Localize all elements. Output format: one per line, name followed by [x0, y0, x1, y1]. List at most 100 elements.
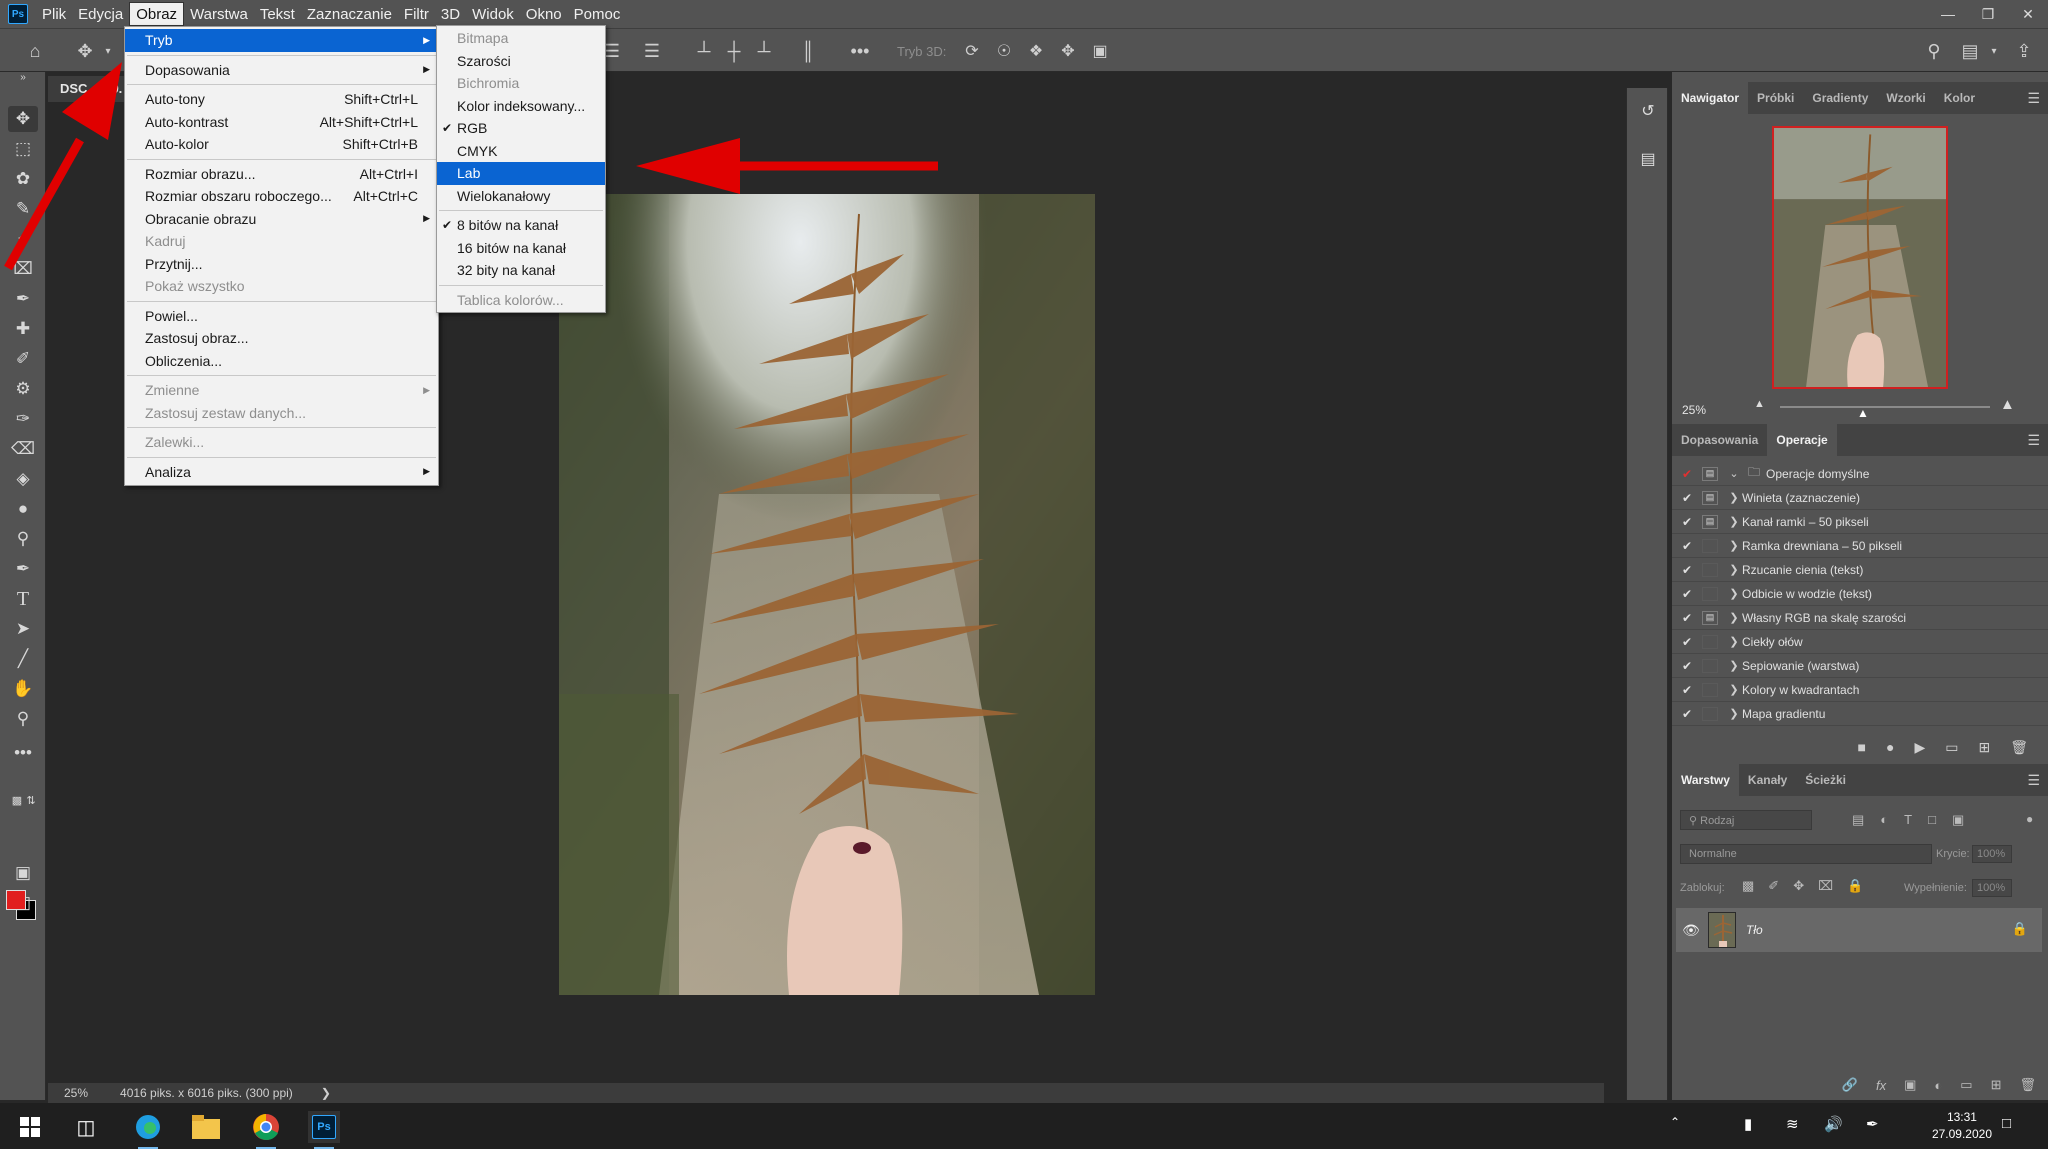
chrome-icon[interactable] [250, 1111, 282, 1149]
new-action-icon[interactable]: ⊞ [1978, 739, 1990, 756]
new-set-icon[interactable]: ▭ [1945, 739, 1958, 756]
smart-object-filter-icon[interactable]: ▣ [1952, 812, 1964, 828]
menu-item-obracanie-obrazu[interactable]: Obracanie obrazu ▶ [125, 208, 438, 231]
check-icon[interactable]: ✔ [1676, 707, 1698, 721]
search-icon[interactable]: ⚲ [1920, 39, 1948, 63]
dialog-toggle-icon[interactable]: ▤ [1702, 514, 1718, 529]
menu-zaznaczanie[interactable]: Zaznaczanie [301, 2, 398, 26]
check-icon[interactable]: ✔ [1676, 539, 1698, 553]
more-options-icon[interactable]: ••• [846, 39, 874, 63]
menu-warstwa[interactable]: Warstwa [184, 2, 254, 26]
tab-kolor[interactable]: Kolor [1935, 82, 1984, 114]
task-view-icon[interactable]: ◫ [70, 1111, 102, 1143]
zoom-out-icon[interactable]: ▲ [1754, 398, 1765, 410]
workspace-icon[interactable]: ▤ [1956, 39, 1984, 63]
dialog-toggle-icon[interactable] [1702, 586, 1718, 601]
frame-tool-icon[interactable]: ⌧ [8, 256, 38, 282]
line-tool-icon[interactable]: ╱ [8, 646, 38, 672]
shape-filter-icon[interactable]: □ [1928, 812, 1936, 828]
lock-artboard-icon[interactable]: ⌧ [1818, 878, 1833, 894]
brush-tool-icon[interactable]: ✐ [8, 346, 38, 372]
list-item[interactable]: ✔ ❯ Kolory w kwadrantach [1672, 678, 2048, 702]
tab-nawigator[interactable]: Nawigator [1672, 82, 1749, 114]
fx-icon[interactable]: fx [1876, 1078, 1886, 1093]
eye-icon[interactable]: 👁 [1676, 922, 1706, 939]
menu-item-szarości[interactable]: Szarości [437, 50, 605, 73]
check-icon[interactable]: ✔ [1676, 635, 1698, 649]
chevron-down-icon[interactable]: ⌄ [1726, 467, 1742, 480]
dialog-toggle-icon[interactable]: ▤ [1702, 610, 1718, 625]
dodge-tool-icon[interactable]: ⚲ [8, 526, 38, 552]
trash-icon[interactable]: 🗑 [2019, 1077, 2036, 1093]
collapse-icon[interactable]: » [8, 70, 38, 84]
stop-icon[interactable]: ■ [1858, 739, 1866, 755]
menu-item-kolor-indeksowany[interactable]: Kolor indeksowany... [437, 95, 605, 118]
camera-3d-icon[interactable]: ▣ [1088, 39, 1112, 63]
menu-item-przytnij[interactable]: Przytnij... [125, 253, 438, 276]
list-item[interactable]: ✔ ❯ Sepiowanie (warstwa) [1672, 654, 2048, 678]
check-icon[interactable]: ✔ [1676, 515, 1698, 529]
navigator-zoom-slider[interactable] [1780, 406, 1990, 408]
record-icon[interactable]: ● [1886, 739, 1894, 755]
share-icon[interactable]: ⇪ [2010, 39, 2038, 63]
list-item[interactable]: ✔ ❯ Rzucanie cienia (tekst) [1672, 558, 2048, 582]
slide-3d-icon[interactable]: ✥ [1056, 39, 1080, 63]
history-brush-tool-icon[interactable]: ✑ [8, 406, 38, 432]
zoom-tool-icon[interactable]: ⚲ [8, 706, 38, 732]
quick-mask-icon[interactable]: ▣ [8, 860, 38, 886]
menu-item-32-bity-na-kanał[interactable]: 32 bity na kanał [437, 259, 605, 282]
wifi-icon[interactable]: ≋ [1786, 1115, 1799, 1133]
check-icon[interactable]: ✔ [1676, 587, 1698, 601]
chevron-right-icon[interactable]: ❯ [1726, 659, 1742, 672]
dialog-toggle-icon[interactable]: ▤ [1702, 466, 1718, 481]
hand-tool-icon[interactable]: ✋ [8, 676, 38, 702]
zoom-slider-thumb[interactable]: ▲ [1857, 406, 1869, 420]
menu-item-auto-kolor[interactable]: Auto-kolor Shift+Ctrl+B [125, 133, 438, 156]
status-arrow-icon[interactable]: ❯ [321, 1086, 331, 1100]
lock-position-icon[interactable]: ✥ [1793, 878, 1804, 894]
filter-toggle-icon[interactable]: ● [2026, 812, 2033, 826]
check-icon[interactable]: ✔ [1676, 467, 1698, 481]
dialog-toggle-icon[interactable] [1702, 682, 1718, 697]
tab-probki[interactable]: Próbki [1748, 82, 1803, 114]
battery-icon[interactable]: ▮ [1744, 1115, 1752, 1133]
tab-kanaly[interactable]: Kanały [1739, 764, 1796, 796]
dialog-toggle-icon[interactable] [1702, 562, 1718, 577]
link-icon[interactable]: 🔗 [1842, 1077, 1858, 1093]
list-item[interactable]: ✔ ❯ Mapa gradientu [1672, 702, 2048, 726]
pen-workspace-icon[interactable]: ✒ [1866, 1115, 1879, 1133]
minimize-icon[interactable]: — [1928, 0, 1968, 28]
notifications-icon[interactable]: □ [2002, 1115, 2011, 1132]
check-icon[interactable]: ✔ [1676, 659, 1698, 673]
chevron-right-icon[interactable]: ❯ [1726, 515, 1742, 528]
lock-icon[interactable]: 🔒 [2012, 921, 2028, 937]
move-tool-icon[interactable]: ✥ [70, 39, 100, 63]
stamp-tool-icon[interactable]: ⚙ [8, 376, 38, 402]
menu-item-tryb[interactable]: Tryb ▶ [125, 29, 438, 52]
lasso-tool-icon[interactable]: ✿ [8, 166, 38, 192]
list-item[interactable]: ✔ ▤ ❯ Winieta (zaznaczenie) [1672, 486, 2048, 510]
dialog-toggle-icon[interactable] [1702, 658, 1718, 673]
menu-item-rgb[interactable]: ✔ RGB [437, 117, 605, 140]
type-filter-icon[interactable]: T [1904, 812, 1912, 828]
list-item[interactable]: ✔ ▤ ❯ Własny RGB na skalę szarości [1672, 606, 2048, 630]
lock-all-icon[interactable]: 🔒 [1847, 878, 1863, 894]
trash-icon[interactable]: 🗑 [2010, 739, 2028, 756]
healing-tool-icon[interactable]: ✚ [8, 316, 38, 342]
more-tools-icon[interactable]: ••• [8, 740, 38, 766]
menu-item-dopasowania[interactable]: Dopasowania ▶ [125, 59, 438, 82]
menu-plik[interactable]: Plik [36, 2, 72, 26]
histogram-icon[interactable]: ▤ [1635, 146, 1661, 172]
panel-menu-icon[interactable]: ☰ [2027, 90, 2040, 107]
eyedropper-tool-icon[interactable]: ✒ [8, 286, 38, 312]
blend-mode-select[interactable]: Normalne [1680, 844, 1932, 864]
check-icon[interactable]: ✔ [1676, 683, 1698, 697]
tab-warstwy[interactable]: Warstwy [1672, 764, 1739, 796]
crop-tool-icon[interactable]: ⌖ [8, 226, 38, 252]
check-icon[interactable]: ✔ [1676, 611, 1698, 625]
chevron-right-icon[interactable]: ❯ [1726, 683, 1742, 696]
menu-item-powiel[interactable]: Powiel... [125, 305, 438, 328]
home-icon[interactable]: ⌂ [20, 39, 50, 63]
menu-item-lab[interactable]: Lab [437, 162, 605, 185]
fill-input[interactable]: 100% [1972, 879, 2012, 897]
